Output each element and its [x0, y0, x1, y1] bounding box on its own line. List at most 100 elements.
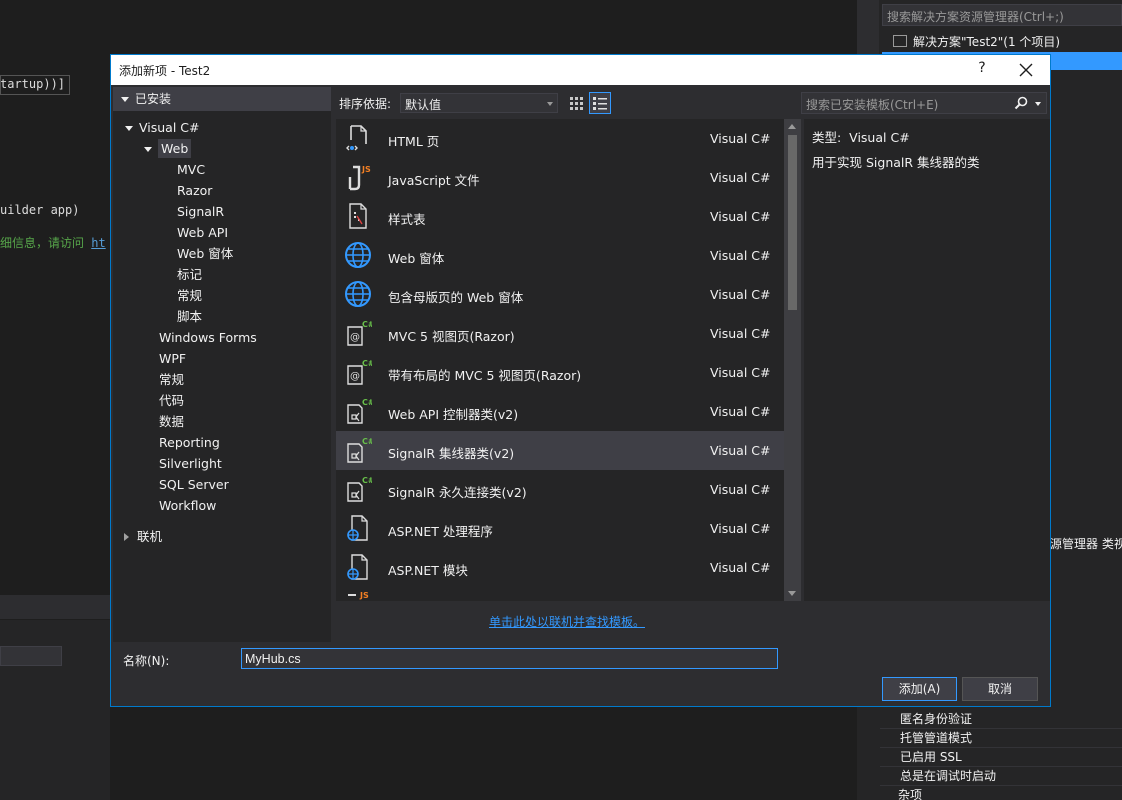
template-name: SignalR 永久连接类(v2): [388, 485, 527, 500]
tree-item[interactable]: Reporting: [113, 432, 331, 453]
template-item[interactable]: 样式表 Visual C#: [336, 197, 801, 236]
csharp-class-icon: C#: [344, 397, 375, 425]
javascript-file-icon: JS: [344, 163, 372, 191]
solution-label: 解决方案"Test2"(1 个项目): [913, 35, 1061, 49]
tree-item[interactable]: 常规: [113, 285, 331, 306]
property-row[interactable]: 总是在调试时启动: [880, 767, 1122, 786]
tree-item[interactable]: SQL Server: [113, 474, 331, 495]
tree-item[interactable]: SignalR: [113, 201, 331, 222]
close-button[interactable]: [1011, 58, 1041, 82]
solution-search-input[interactable]: 搜索解决方案资源管理器(Ctrl+;): [882, 4, 1122, 26]
category-tree: Visual C# Web MVC Razor SignalR Web API Web 窗体…: [113, 117, 331, 547]
svg-text:C#: C#: [362, 359, 372, 368]
expand-arrow-icon[interactable]: [144, 147, 152, 152]
template-item[interactable]: ASP.NET 模块 Visual C#: [336, 548, 801, 587]
aspnet-handler-icon: [344, 514, 372, 542]
grid-view-button[interactable]: [566, 93, 586, 113]
tree-item-label: 联机: [137, 529, 163, 544]
template-item[interactable]: 包含母版页的 Web 窗体 Visual C#: [336, 275, 801, 314]
list-scrollbar[interactable]: [784, 119, 801, 601]
list-view-icon: [593, 97, 607, 110]
expand-arrow-icon[interactable]: [124, 533, 129, 541]
installed-label: 已安装: [135, 92, 172, 106]
panel-tabs[interactable]: 源管理器 类视: [1050, 535, 1122, 552]
properties-grid: 匿名身份验证 托管管道模式 已启用 SSL 总是在调试时启动 杂项: [880, 710, 1122, 800]
tree-item[interactable]: WPF: [113, 348, 331, 369]
expand-arrow-icon[interactable]: [125, 126, 133, 131]
tree-item[interactable]: 脚本: [113, 306, 331, 327]
detail-type-value: Visual C#: [849, 130, 910, 145]
tree-item[interactable]: 代码: [113, 390, 331, 411]
tree-item-label: Workflow: [159, 498, 217, 513]
help-button[interactable]: ?: [967, 60, 997, 80]
globe-icon: [344, 280, 372, 308]
template-item[interactable]: Web 窗体 Visual C#: [336, 236, 801, 275]
scroll-down-icon[interactable]: [788, 591, 796, 596]
property-row[interactable]: 已启用 SSL: [880, 748, 1122, 767]
svg-text:@: @: [350, 332, 360, 343]
template-name: SignalR 集线器类(v2): [388, 446, 515, 461]
add-button[interactable]: 添加(A): [882, 677, 957, 701]
property-row[interactable]: 托管管道模式: [880, 729, 1122, 748]
solution-node[interactable]: 解决方案"Test2"(1 个项目): [893, 33, 1060, 50]
name-label: 名称(N):: [123, 654, 170, 668]
scroll-up-icon[interactable]: [788, 124, 796, 129]
search-icon[interactable]: [1014, 96, 1028, 110]
tree-item[interactable]: Razor: [113, 180, 331, 201]
template-item[interactable]: C# SignalR 永久连接类(v2) Visual C#: [336, 470, 801, 509]
svg-text:JS: JS: [361, 165, 371, 174]
template-item[interactable]: @C# MVC 5 视图页(Razor) Visual C#: [336, 314, 801, 353]
tree-item[interactable]: MVC: [113, 159, 331, 180]
tree-item[interactable]: Silverlight: [113, 453, 331, 474]
template-language: Visual C#: [710, 482, 771, 497]
name-field[interactable]: [241, 648, 778, 669]
tree-item[interactable]: 数据: [113, 411, 331, 432]
tree-item[interactable]: Workflow: [113, 495, 331, 516]
code-link[interactable]: ht: [91, 236, 105, 250]
sort-value: 默认值: [405, 98, 442, 112]
template-item[interactable]: C# SignalR 集线器类(v2) Visual C#: [336, 431, 801, 470]
tree-item[interactable]: Windows Forms: [113, 327, 331, 348]
svg-text:C#: C#: [362, 476, 372, 485]
tree-item[interactable]: Web API: [113, 222, 331, 243]
template-name: ASP.NET 模块: [388, 563, 468, 578]
template-language: Visual C#: [710, 209, 771, 224]
template-item[interactable]: C# Web API 控制器类(v2) Visual C#: [336, 392, 801, 431]
online-templates-link[interactable]: 单击此处以联机并查找模板。: [489, 613, 645, 630]
code-line: uilder app): [0, 203, 79, 217]
tree-item-online[interactable]: 联机: [113, 526, 331, 547]
template-item[interactable]: ASP.NET 处理程序 Visual C#: [336, 509, 801, 548]
template-item[interactable]: HTML 页 Visual C#: [336, 119, 801, 158]
template-name: 带有布局的 MVC 5 视图页(Razor): [388, 368, 582, 383]
bottom-dropdown[interactable]: [0, 646, 62, 666]
template-search-input[interactable]: 搜索已安装模板(Ctrl+E): [801, 92, 1047, 114]
tree-item[interactable]: Web 窗体: [113, 243, 331, 264]
tree-item-label: 脚本: [177, 309, 203, 324]
tree-item[interactable]: Web: [113, 138, 331, 159]
tree-item[interactable]: Visual C#: [113, 117, 331, 138]
cancel-button[interactable]: 取消: [962, 677, 1038, 701]
search-placeholder: 搜索已安装模板(Ctrl+E): [806, 98, 939, 112]
template-name: Web API 控制器类(v2): [388, 407, 519, 422]
tree-item[interactable]: 常规: [113, 369, 331, 390]
installed-header[interactable]: 已安装: [113, 87, 331, 111]
tree-item[interactable]: 标记: [113, 264, 331, 285]
tree-item-label: 常规: [177, 288, 203, 303]
list-view-button[interactable]: [589, 92, 611, 114]
sort-dropdown[interactable]: 默认值: [400, 93, 558, 113]
template-item[interactable]: JS JavaScript 文件 Visual C#: [336, 158, 801, 197]
template-item[interactable]: @C# 带有布局的 MVC 5 视图页(Razor) Visual C#: [336, 353, 801, 392]
template-name: ASP.NET 处理程序: [388, 524, 493, 539]
property-category[interactable]: 杂项: [880, 786, 1122, 800]
scroll-thumb[interactable]: [788, 135, 797, 310]
template-name: 样式表: [388, 212, 426, 227]
svg-text:C#: C#: [362, 437, 372, 446]
property-row[interactable]: 匿名身份验证: [880, 710, 1122, 729]
category-panel: 已安装 Visual C# Web MVC Razor SignalR Web API We…: [113, 87, 331, 642]
template-language: Visual C#: [710, 326, 771, 341]
tree-item-label: Web API: [177, 225, 229, 240]
csharp-class-icon: C#: [344, 436, 375, 464]
template-name: 包含母版页的 Web 窗体: [388, 290, 524, 305]
template-items: HTML 页 Visual C# JS JavaScript 文件 Visual C# 样…: [336, 119, 801, 587]
search-options-icon[interactable]: [1035, 102, 1041, 106]
